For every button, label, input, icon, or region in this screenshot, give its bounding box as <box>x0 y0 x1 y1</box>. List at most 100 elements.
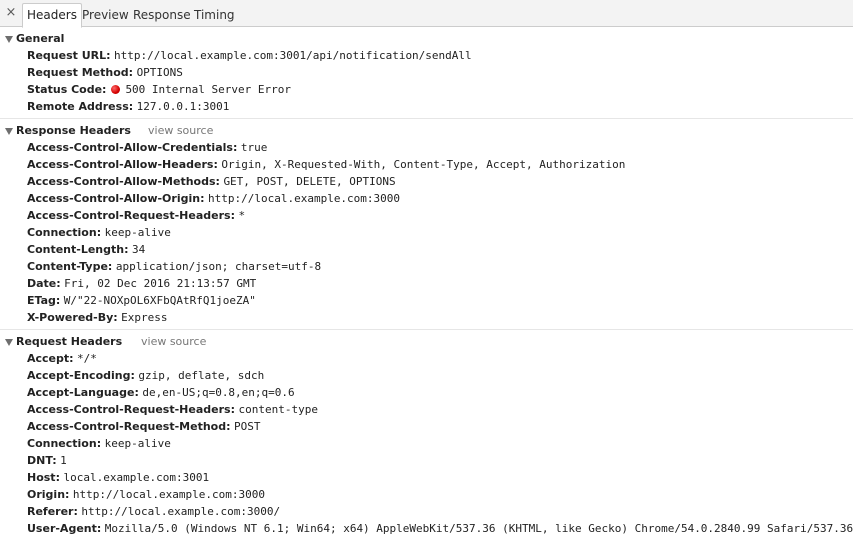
header-value: */* <box>77 352 97 365</box>
header-value: 127.0.0.1:3001 <box>136 100 230 113</box>
tab-timing[interactable]: Timing <box>190 3 239 27</box>
header-value: de,en-US;q=0.8,en;q=0.6 <box>142 386 295 399</box>
header-name: Request URL: <box>27 49 111 62</box>
header-row: Date: Fri, 02 Dec 2016 21:13:57 GMT <box>0 275 853 292</box>
general-section: General Request URL: http://local.exampl… <box>0 30 853 115</box>
header-value: http://local.example.com:3000 <box>72 488 265 501</box>
header-row: DNT: 1 <box>0 452 853 469</box>
header-value: * <box>238 209 246 222</box>
section-divider <box>0 329 853 330</box>
header-value: keep-alive <box>104 226 171 239</box>
header-name: User-Agent: <box>27 522 102 535</box>
header-name: Origin: <box>27 488 70 501</box>
expand-triangle-icon <box>5 128 13 135</box>
header-value: http://local.example.com:3000 <box>207 192 401 205</box>
header-name: Request Method: <box>27 66 134 79</box>
section-title: General <box>16 32 65 45</box>
header-row: Access-Control-Allow-Headers: Origin, X-… <box>0 156 853 173</box>
header-row: Connection: keep-alive <box>0 435 853 452</box>
header-name: Access-Control-Request-Headers: <box>27 209 235 222</box>
header-row: Content-Type: application/json; charset=… <box>0 258 853 275</box>
response-headers-section: Response Headers view source Access-Cont… <box>0 122 853 326</box>
header-value: Express <box>121 311 168 324</box>
header-value: http://local.example.com:3000/ <box>81 505 281 518</box>
header-value: gzip, deflate, sdch <box>138 369 265 382</box>
header-row: Access-Control-Request-Method: POST <box>0 418 853 435</box>
close-icon[interactable]: × <box>3 4 19 22</box>
header-name: Remote Address: <box>27 100 134 113</box>
view-source-link[interactable]: view source <box>148 122 213 139</box>
header-value: 34 <box>132 243 146 256</box>
header-value: http://local.example.com:3001/api/notifi… <box>114 49 472 62</box>
header-name: Accept: <box>27 352 74 365</box>
header-row: Accept-Encoding: gzip, deflate, sdch <box>0 367 853 384</box>
header-row: X-Powered-By: Express <box>0 309 853 326</box>
header-row: Host: local.example.com:3001 <box>0 469 853 486</box>
header-name: Connection: <box>27 226 102 239</box>
header-value: keep-alive <box>104 437 171 450</box>
header-row: Accept-Language: de,en-US;q=0.8,en;q=0.6 <box>0 384 853 401</box>
header-name: Content-Type: <box>27 260 113 273</box>
header-value: W/"22-NOXpOL6XFbQAtRfQ1joeZA" <box>63 294 256 307</box>
header-row: Connection: keep-alive <box>0 224 853 241</box>
header-row: Access-Control-Allow-Credentials: true <box>0 139 853 156</box>
header-value: POST <box>234 420 261 433</box>
section-title: Response Headers <box>16 124 131 137</box>
header-name: Content-Length: <box>27 243 129 256</box>
header-name: DNT: <box>27 454 57 467</box>
header-name: Access-Control-Request-Headers: <box>27 403 235 416</box>
header-name: Date: <box>27 277 61 290</box>
header-name: Referer: <box>27 505 78 518</box>
header-value: Mozilla/5.0 (Windows NT 6.1; Win64; x64)… <box>104 522 853 535</box>
header-name: ETag: <box>27 294 61 307</box>
header-name: Status Code: <box>27 83 107 96</box>
response-headers-section-header[interactable]: Response Headers view source <box>0 122 853 139</box>
network-detail-tabbar: × Headers Preview Response Timing <box>0 0 853 28</box>
header-row: User-Agent: Mozilla/5.0 (Windows NT 6.1;… <box>0 520 853 537</box>
header-row: Origin: http://local.example.com:3000 <box>0 486 853 503</box>
header-name: X-Powered-By: <box>27 311 118 324</box>
tab-response[interactable]: Response <box>129 3 195 27</box>
header-row: Access-Control-Request-Headers: content-… <box>0 401 853 418</box>
header-row: Referer: http://local.example.com:3000/ <box>0 503 853 520</box>
header-row: Access-Control-Allow-Methods: GET, POST,… <box>0 173 853 190</box>
header-row-status-code: Status Code: 500 Internal Server Error <box>0 81 853 98</box>
header-name: Accept-Language: <box>27 386 139 399</box>
view-source-link[interactable]: view source <box>141 333 206 350</box>
header-value: Fri, 02 Dec 2016 21:13:57 GMT <box>64 277 257 290</box>
header-value: content-type <box>238 403 318 416</box>
status-error-dot-icon <box>110 85 120 94</box>
request-headers-section: Request Headers view source Accept: */* … <box>0 333 853 537</box>
header-name: Connection: <box>27 437 102 450</box>
header-row: Access-Control-Request-Headers: * <box>0 207 853 224</box>
expand-triangle-icon <box>5 339 13 346</box>
header-value: Origin, X-Requested-With, Content-Type, … <box>221 158 626 171</box>
header-row: Access-Control-Allow-Origin: http://loca… <box>0 190 853 207</box>
header-row: ETag: W/"22-NOXpOL6XFbQAtRfQ1joeZA" <box>0 292 853 309</box>
header-value: local.example.com:3001 <box>63 471 210 484</box>
header-name: Access-Control-Allow-Origin: <box>27 192 205 205</box>
header-name: Access-Control-Allow-Methods: <box>27 175 220 188</box>
tab-preview[interactable]: Preview <box>78 3 133 27</box>
header-value: 1 <box>60 454 67 467</box>
header-name: Accept-Encoding: <box>27 369 135 382</box>
header-value: GET, POST, DELETE, OPTIONS <box>223 175 396 188</box>
header-row: Content-Length: 34 <box>0 241 853 258</box>
expand-triangle-icon <box>5 36 13 43</box>
header-value: application/json; charset=utf-8 <box>115 260 322 273</box>
section-divider <box>0 118 853 119</box>
header-value: 500 Internal Server Error <box>125 83 292 96</box>
header-name: Access-Control-Allow-Headers: <box>27 158 218 171</box>
header-name: Access-Control-Request-Method: <box>27 420 231 433</box>
header-row-remote-address: Remote Address: 127.0.0.1:3001 <box>0 98 853 115</box>
header-row-request-method: Request Method: OPTIONS <box>0 64 853 81</box>
header-row: Accept: */* <box>0 350 853 367</box>
header-value: true <box>240 141 268 154</box>
header-name: Access-Control-Allow-Credentials: <box>27 141 238 154</box>
general-section-header[interactable]: General <box>0 30 853 47</box>
request-headers-section-header[interactable]: Request Headers view source <box>0 333 853 350</box>
header-name: Host: <box>27 471 60 484</box>
section-title: Request Headers <box>16 335 123 348</box>
header-value: OPTIONS <box>136 66 183 79</box>
tab-headers[interactable]: Headers <box>22 3 82 28</box>
